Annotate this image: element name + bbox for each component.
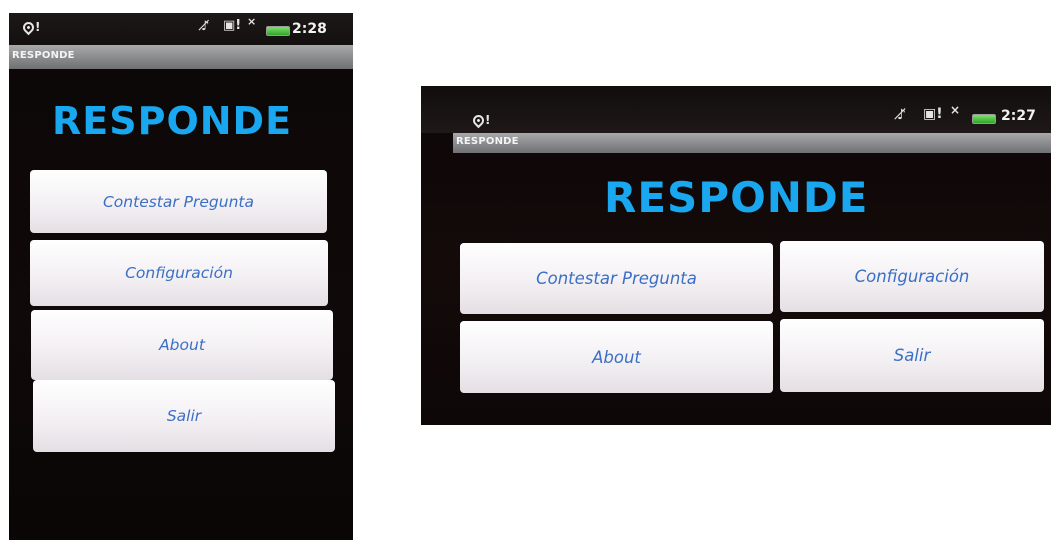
mute-icon: ♪̸ xyxy=(201,19,210,34)
message-alert-icon: ▣! xyxy=(223,18,242,33)
message-alert-icon: ▣! xyxy=(923,106,943,122)
configuracion-button[interactable]: Configuración xyxy=(30,240,328,306)
screenshot-stage: ! ♪̸ ▣! × 2:28 RESPONDE RESPONDE Contest… xyxy=(0,0,1051,540)
app-title: RESPONDE xyxy=(52,99,293,143)
title-bar-text: RESPONDE xyxy=(456,136,519,147)
title-bar: RESPONDE xyxy=(9,45,353,69)
about-button[interactable]: About xyxy=(31,310,333,380)
title-bar-text: RESPONDE xyxy=(12,50,75,61)
salir-button[interactable]: Salir xyxy=(33,380,335,452)
status-bar: ! ♪̸ ▣! × 2:28 xyxy=(9,13,353,45)
no-signal-icon: × xyxy=(950,103,961,117)
salir-button[interactable]: Salir xyxy=(780,319,1044,392)
contestar-pregunta-button[interactable]: Contestar Pregunta xyxy=(30,170,327,233)
mute-icon: ♪̸ xyxy=(897,107,906,123)
button-label: Contestar Pregunta xyxy=(102,192,254,211)
no-signal-icon: × xyxy=(247,15,257,28)
button-label: Salir xyxy=(166,407,202,425)
button-label: Configuración xyxy=(125,264,233,282)
button-label: Contestar Pregunta xyxy=(536,269,697,288)
status-bar: ! ♪̸ ▣! × 2:27 xyxy=(421,86,1051,133)
contestar-pregunta-button[interactable]: Contestar Pregunta xyxy=(460,243,773,314)
button-label: About xyxy=(159,336,205,354)
phone-landscape-screen: ! ♪̸ ▣! × 2:27 RESPONDE RESPONDE Contest… xyxy=(421,86,1051,425)
location-alert-icon: ! xyxy=(20,19,40,35)
configuracion-button[interactable]: Configuración xyxy=(780,241,1044,312)
phone-portrait-screen: ! ♪̸ ▣! × 2:28 RESPONDE RESPONDE Contest… xyxy=(9,13,353,540)
status-clock: 2:27 xyxy=(1001,108,1036,124)
battery-icon xyxy=(972,114,996,124)
battery-icon xyxy=(266,26,290,36)
status-clock: 2:28 xyxy=(292,21,327,37)
button-label: Salir xyxy=(893,346,931,365)
app-title: RESPONDE xyxy=(604,173,869,222)
location-alert-icon: ! xyxy=(470,112,490,128)
button-label: About xyxy=(592,347,641,367)
about-button[interactable]: About xyxy=(460,321,773,393)
button-label: Configuración xyxy=(854,267,970,286)
title-bar: RESPONDE xyxy=(453,133,1051,153)
